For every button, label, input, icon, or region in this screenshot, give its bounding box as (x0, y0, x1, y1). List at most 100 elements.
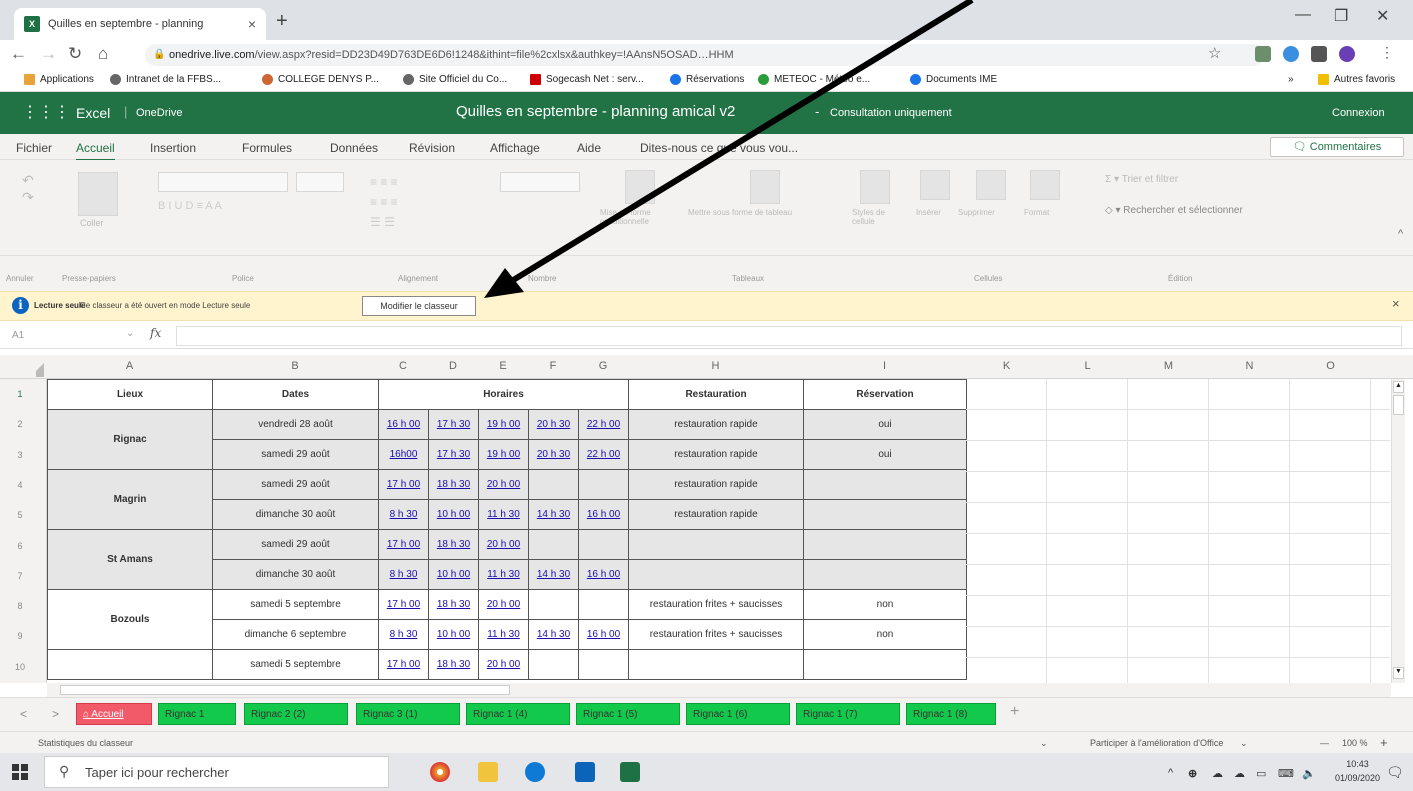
time-link[interactable]: 18 h 30 (437, 479, 470, 490)
col-header-n[interactable]: N (1209, 360, 1290, 372)
time-link[interactable]: 14 h 30 (537, 509, 570, 520)
cell[interactable]: 16 h 00 (578, 559, 629, 590)
cell[interactable] (528, 529, 579, 560)
cell[interactable]: 17 h 30 (428, 439, 479, 470)
cell[interactable]: samedi 5 septembre (212, 589, 379, 620)
cell[interactable]: 22 h 00 (578, 439, 629, 470)
row-header-9[interactable]: 9 (0, 631, 40, 641)
forward-icon[interactable]: → (40, 44, 57, 64)
row-header-7[interactable]: 7 (0, 571, 40, 581)
vertical-scrollbar[interactable]: ▲ ▼ (1391, 379, 1405, 683)
time-link[interactable]: 14 h 30 (537, 629, 570, 640)
number-format-dropdown[interactable] (500, 172, 580, 192)
conditional-format-icon[interactable] (625, 170, 655, 204)
browser-tab[interactable]: X Quilles en septembre - planning × (14, 8, 266, 40)
notifications-icon[interactable]: 🗨 (1386, 764, 1404, 781)
extension-icon[interactable] (1255, 46, 1271, 62)
function-icon[interactable]: fx (150, 326, 161, 340)
formula-input[interactable] (176, 326, 1402, 346)
cell[interactable]: 11 h 30 (478, 619, 529, 650)
time-link[interactable]: 20 h 30 (537, 449, 570, 460)
signin-link[interactable]: Connexion (1332, 107, 1385, 119)
time-link[interactable]: 17 h 00 (387, 479, 420, 490)
cell[interactable]: 17 h 00 (378, 529, 429, 560)
document-title[interactable]: Quilles en septembre - planning amical v… (456, 103, 735, 120)
keyboard-icon[interactable]: ⌨ (1278, 767, 1294, 780)
system-clock[interactable]: 10:43 01/09/2020 (1335, 757, 1380, 785)
time-link[interactable]: 20 h 30 (537, 419, 570, 430)
cell[interactable]: dimanche 30 août (212, 559, 379, 590)
cell[interactable]: vendredi 28 août (212, 409, 379, 440)
time-link[interactable]: 18 h 30 (437, 539, 470, 550)
cell[interactable]: 18 h 30 (428, 469, 479, 500)
time-link[interactable]: 11 h 30 (487, 569, 520, 580)
cell[interactable]: 20 h 30 (528, 409, 579, 440)
cell[interactable] (578, 529, 629, 560)
time-link[interactable]: 16 h 00 (587, 509, 620, 520)
col-header-h[interactable]: H (628, 360, 803, 372)
workbook-stats[interactable]: Statistiques du classeur (38, 738, 133, 748)
cell[interactable] (803, 529, 967, 560)
font-format-buttons[interactable]: B I U D ≡ A A (158, 200, 344, 214)
tab-close-icon[interactable]: × (248, 16, 256, 32)
insert-cells-icon[interactable] (920, 170, 950, 200)
status-chevron-icon[interactable]: ⌄ (1240, 738, 1248, 749)
cell[interactable]: 17 h 00 (378, 469, 429, 500)
col-header-o[interactable]: O (1290, 360, 1371, 372)
cell[interactable]: 17 h 00 (378, 649, 429, 680)
cell[interactable]: samedi 29 août (212, 529, 379, 560)
scroll-up-icon[interactable]: ▲ (1393, 381, 1404, 393)
time-link[interactable]: 16h00 (390, 449, 418, 460)
tray-icon[interactable]: ⊕ (1188, 767, 1197, 780)
tab-accueil[interactable]: Accueil (76, 141, 115, 161)
other-bookmarks[interactable]: Autres favoris (1318, 74, 1395, 85)
cell[interactable]: restauration frites + saucisses (628, 589, 804, 620)
app-launcher-icon[interactable]: ⋮⋮⋮ (22, 102, 70, 122)
cell[interactable]: 11 h 30 (478, 499, 529, 530)
cell[interactable]: samedi 29 août (212, 469, 379, 500)
next-sheet-icon[interactable]: > (52, 707, 59, 721)
time-link[interactable]: 17 h 30 (437, 449, 470, 460)
file-explorer-icon[interactable] (478, 762, 498, 782)
undo-icon[interactable]: ↶ ↷ (22, 172, 42, 232)
cell[interactable]: Magrin (47, 469, 213, 530)
vertical-scroll-thumb[interactable] (1393, 395, 1404, 415)
comments-button[interactable]: 🗨 Commentaires (1270, 137, 1404, 157)
cell[interactable]: 20 h 30 (528, 439, 579, 470)
back-icon[interactable]: ← (10, 44, 27, 64)
cell[interactable]: 16h00 (378, 439, 429, 470)
cell[interactable]: 20 h 00 (478, 589, 529, 620)
browser-menu-icon[interactable]: ⋮ (1380, 44, 1394, 61)
sheet-tab[interactable]: Rignac 1 (158, 703, 236, 725)
cell[interactable]: St Amans (47, 529, 213, 590)
cell[interactable] (628, 649, 804, 680)
select-all-icon[interactable] (30, 363, 44, 377)
cell[interactable]: 17 h 00 (378, 589, 429, 620)
paste-icon[interactable] (78, 172, 118, 216)
cell[interactable]: Réservation (803, 379, 967, 410)
time-link[interactable]: 20 h 00 (487, 539, 520, 550)
col-header-d[interactable]: D (428, 360, 478, 372)
cell[interactable]: Rignac (47, 409, 213, 470)
outlook-icon[interactable] (575, 762, 595, 782)
cell[interactable] (578, 469, 629, 500)
cell[interactable]: Bozouls (47, 589, 213, 650)
bookmark-item[interactable]: Site Officiel du Co... (403, 74, 507, 85)
zoom-out-button[interactable]: — (1320, 738, 1329, 748)
cell[interactable]: 14 h 30 (528, 619, 579, 650)
row-header-10[interactable]: 10 (0, 662, 40, 672)
cell[interactable]: 20 h 00 (478, 649, 529, 680)
cell[interactable]: 20 h 00 (478, 529, 529, 560)
tab-affichage[interactable]: Affichage (490, 141, 540, 155)
cell[interactable]: Restauration (628, 379, 804, 410)
time-link[interactable]: 17 h 30 (437, 419, 470, 430)
bookmark-item[interactable]: METEOC - Météo e... (758, 74, 870, 85)
cell[interactable] (47, 649, 213, 680)
cell[interactable]: Lieux (47, 379, 213, 410)
horizontal-scroll-thumb[interactable] (60, 685, 510, 695)
profile-avatar[interactable] (1339, 46, 1355, 62)
cell[interactable]: 18 h 30 (428, 589, 479, 620)
col-header-f[interactable]: F (528, 360, 578, 372)
time-link[interactable]: 16 h 00 (587, 569, 620, 580)
edit-workbook-button[interactable]: Modifier le classeur (362, 296, 476, 316)
